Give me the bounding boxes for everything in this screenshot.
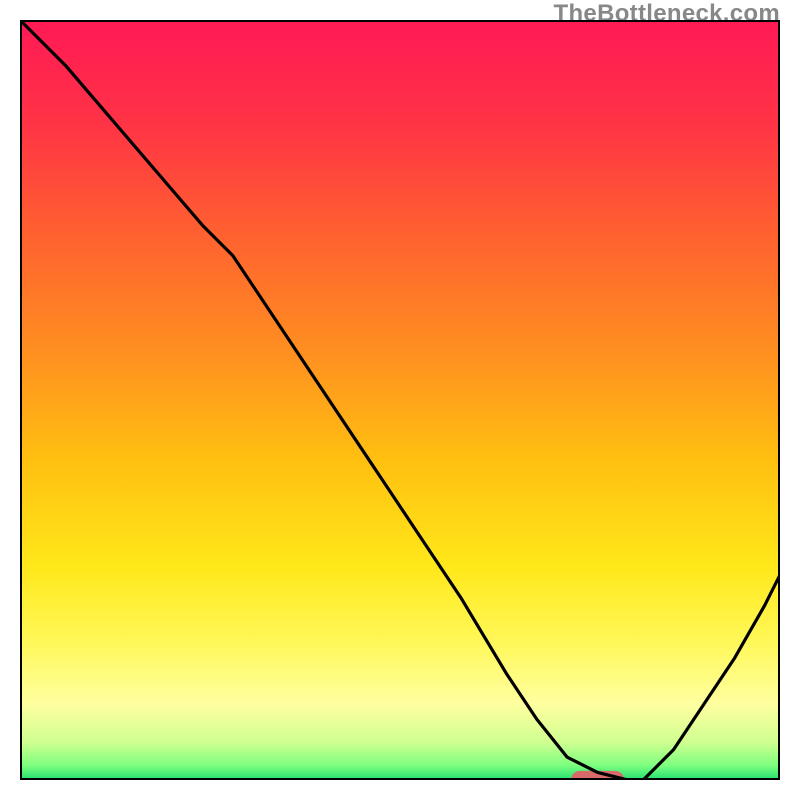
chart-svg [20, 20, 780, 780]
chart-background [20, 20, 780, 780]
chart-container: TheBottleneck.com [0, 0, 800, 800]
plot-area [20, 20, 780, 780]
